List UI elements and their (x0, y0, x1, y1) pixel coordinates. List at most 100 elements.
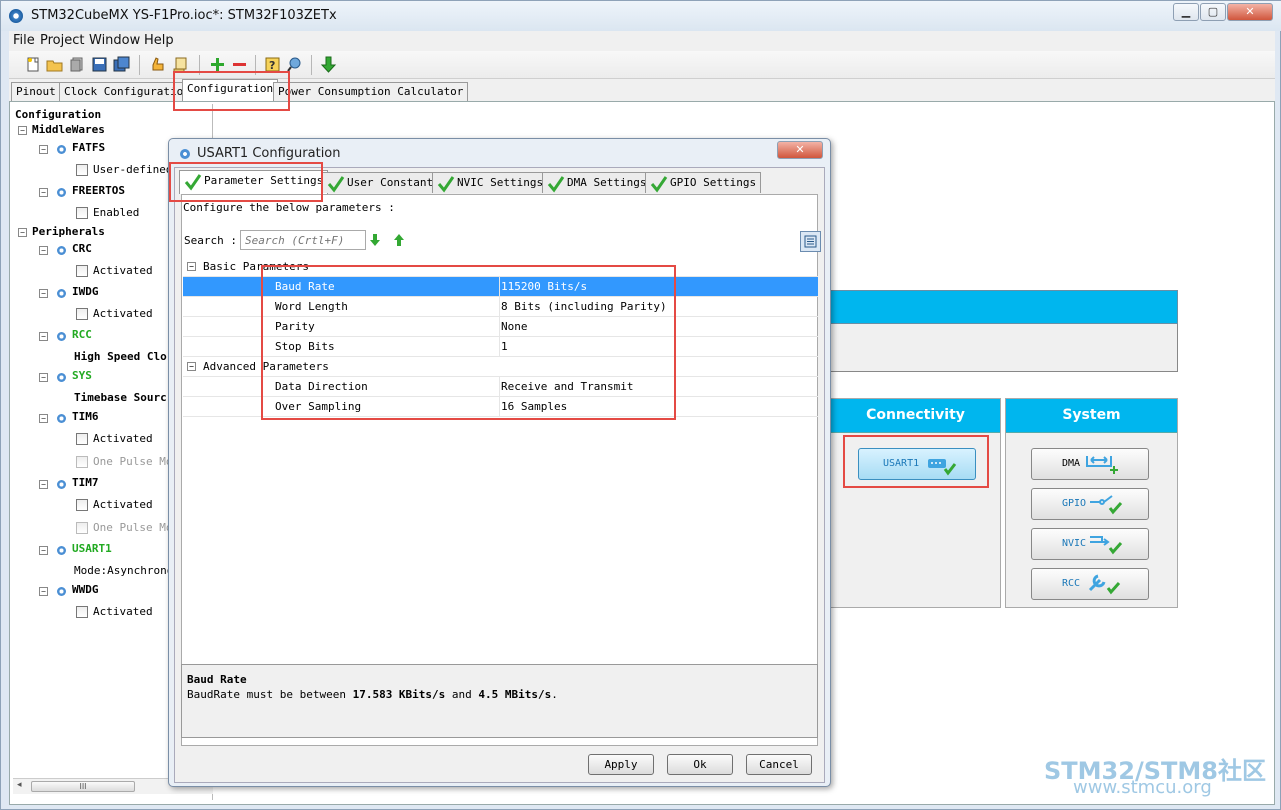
ok-button[interactable]: Ok (667, 754, 733, 775)
search-label: Search : (184, 234, 237, 247)
minimize-button[interactable]: ▁ (1173, 3, 1199, 21)
tab-clock-configuration[interactable]: Clock Configuration (59, 82, 195, 101)
menu-file[interactable]: File (13, 33, 35, 48)
collapse-icon[interactable]: − (187, 262, 196, 271)
report-scroll-icon[interactable] (172, 56, 189, 73)
serial-port-check-icon (928, 459, 957, 476)
tab-gpio-settings[interactable]: GPIO Settings (645, 172, 762, 193)
help-icon[interactable]: ? (264, 56, 281, 73)
tree-rcc[interactable]: RCC (72, 328, 92, 341)
tree-expander[interactable]: − (39, 289, 48, 298)
search-previous-up-icon[interactable] (392, 233, 406, 247)
param-row-baud-rate[interactable]: Baud Rate 115200 Bits/s (183, 277, 818, 297)
zoom-out-icon[interactable] (231, 56, 248, 73)
tab-configuration[interactable]: Configuration (182, 79, 279, 101)
tab-dma-settings[interactable]: DMA Settings (542, 172, 652, 193)
save-icon[interactable] (91, 56, 108, 73)
scrollbar-thumb[interactable]: III (31, 781, 135, 792)
tree-sys[interactable]: SYS (72, 369, 92, 382)
param-value[interactable]: 16 Samples (501, 400, 567, 413)
menu-project[interactable]: Project (40, 33, 84, 48)
toolbar-separator (311, 55, 312, 75)
tree-wwdg[interactable]: WWDG (72, 583, 99, 596)
tree-expander[interactable]: − (39, 145, 48, 154)
tree-expander[interactable]: − (18, 126, 27, 135)
tab-user-constants[interactable]: User Constants (322, 172, 445, 193)
copy-icon[interactable] (69, 56, 86, 73)
tree-expander[interactable]: − (39, 188, 48, 197)
tree-fatfs[interactable]: FATFS (72, 141, 105, 154)
cancel-button[interactable]: Cancel (746, 754, 812, 775)
iwdg-checkbox[interactable] (76, 308, 88, 320)
tree-iwdg[interactable]: IWDG (72, 285, 99, 298)
tim6-one-pulse-checkbox[interactable] (76, 456, 88, 468)
param-row-parity[interactable]: Parity None (183, 317, 818, 337)
tree-tim6[interactable]: TIM6 (72, 410, 99, 423)
apply-button[interactable]: Apply (588, 754, 654, 775)
tree-freertos[interactable]: FREERTOS (72, 184, 125, 197)
category-banner-body (830, 324, 1178, 372)
tab-nvic-settings[interactable]: NVIC Settings (432, 172, 549, 193)
tree-expander[interactable]: − (39, 587, 48, 596)
tree-expander[interactable]: − (39, 480, 48, 489)
rcc-config-button[interactable]: RCC (1031, 568, 1149, 600)
nvic-config-button[interactable]: NVIC (1031, 528, 1149, 560)
tim6-activated-checkbox[interactable] (76, 433, 88, 445)
param-row-stop-bits[interactable]: Stop Bits 1 (183, 337, 818, 357)
tree-expander[interactable]: − (39, 332, 48, 341)
param-value[interactable]: Receive and Transmit (501, 380, 633, 393)
tree-expander[interactable]: − (39, 414, 48, 423)
generate-hand-icon[interactable] (149, 56, 166, 73)
tab-pinout[interactable]: Pinout (11, 82, 61, 101)
search-input[interactable] (240, 230, 366, 250)
tab-parameter-settings[interactable]: Parameter Settings (179, 170, 329, 194)
scroll-left-icon[interactable]: ◂ (17, 780, 22, 790)
wwdg-option-label: Activated (93, 605, 153, 618)
tree-expander[interactable]: − (39, 246, 48, 255)
crc-checkbox[interactable] (76, 265, 88, 277)
list-view-icon[interactable] (800, 231, 821, 252)
tree-expander[interactable]: − (18, 228, 27, 237)
param-row-over-sampling[interactable]: Over Sampling 16 Samples (183, 397, 818, 417)
menu-window[interactable]: Window (89, 33, 140, 48)
save-all-icon[interactable] (113, 56, 130, 73)
param-value[interactable]: 1 (501, 340, 508, 353)
open-folder-icon[interactable] (46, 56, 63, 73)
zoom-in-icon[interactable] (209, 56, 226, 73)
rcc-config-label: RCC (1062, 578, 1081, 589)
tree-expander[interactable]: − (39, 373, 48, 382)
close-button[interactable]: ✕ (1227, 3, 1273, 21)
group-row-basic[interactable]: − Basic Parameters (183, 257, 818, 277)
param-row-data-direction[interactable]: Data Direction Receive and Transmit (183, 377, 818, 397)
param-value[interactable]: 8 Bits (including Parity) (501, 300, 667, 313)
tree-crc[interactable]: CRC (72, 242, 92, 255)
tree-middlewares[interactable]: MiddleWares (32, 123, 105, 136)
dma-config-button[interactable]: DMA (1031, 448, 1149, 480)
fatfs-checkbox[interactable] (76, 164, 88, 176)
tim7-activated-checkbox[interactable] (76, 499, 88, 511)
tab-power-consumption[interactable]: Power Consumption Calculator (273, 82, 469, 101)
collapse-icon[interactable]: − (187, 362, 196, 371)
wwdg-checkbox[interactable] (76, 606, 88, 618)
param-row-word-length[interactable]: Word Length 8 Bits (including Parity) (183, 297, 818, 317)
search-next-down-icon[interactable] (368, 233, 382, 247)
param-value[interactable]: 115200 Bits/s (501, 280, 587, 293)
tim7-one-pulse-checkbox[interactable] (76, 522, 88, 534)
menu-help[interactable]: Help (144, 33, 174, 48)
param-value[interactable]: None (501, 320, 528, 333)
component-icon (57, 145, 66, 154)
maximize-button[interactable]: ▢ (1200, 3, 1226, 21)
group-row-advanced[interactable]: − Advanced Parameters (183, 357, 818, 377)
tree-tim7[interactable]: TIM7 (72, 476, 99, 489)
gpio-config-button[interactable]: GPIO (1031, 488, 1149, 520)
download-arrow-icon[interactable] (320, 56, 337, 73)
usart1-config-button[interactable]: USART1 (858, 448, 976, 480)
tree-usart1[interactable]: USART1 (72, 542, 112, 555)
tree-peripherals[interactable]: Peripherals (32, 225, 105, 238)
new-project-icon[interactable] (25, 56, 42, 73)
search-globe-icon[interactable] (286, 56, 303, 73)
param-name: Over Sampling (275, 400, 362, 413)
freertos-checkbox[interactable] (76, 207, 88, 219)
tree-expander[interactable]: − (39, 546, 48, 555)
dialog-close-button[interactable]: ✕ (777, 141, 823, 159)
